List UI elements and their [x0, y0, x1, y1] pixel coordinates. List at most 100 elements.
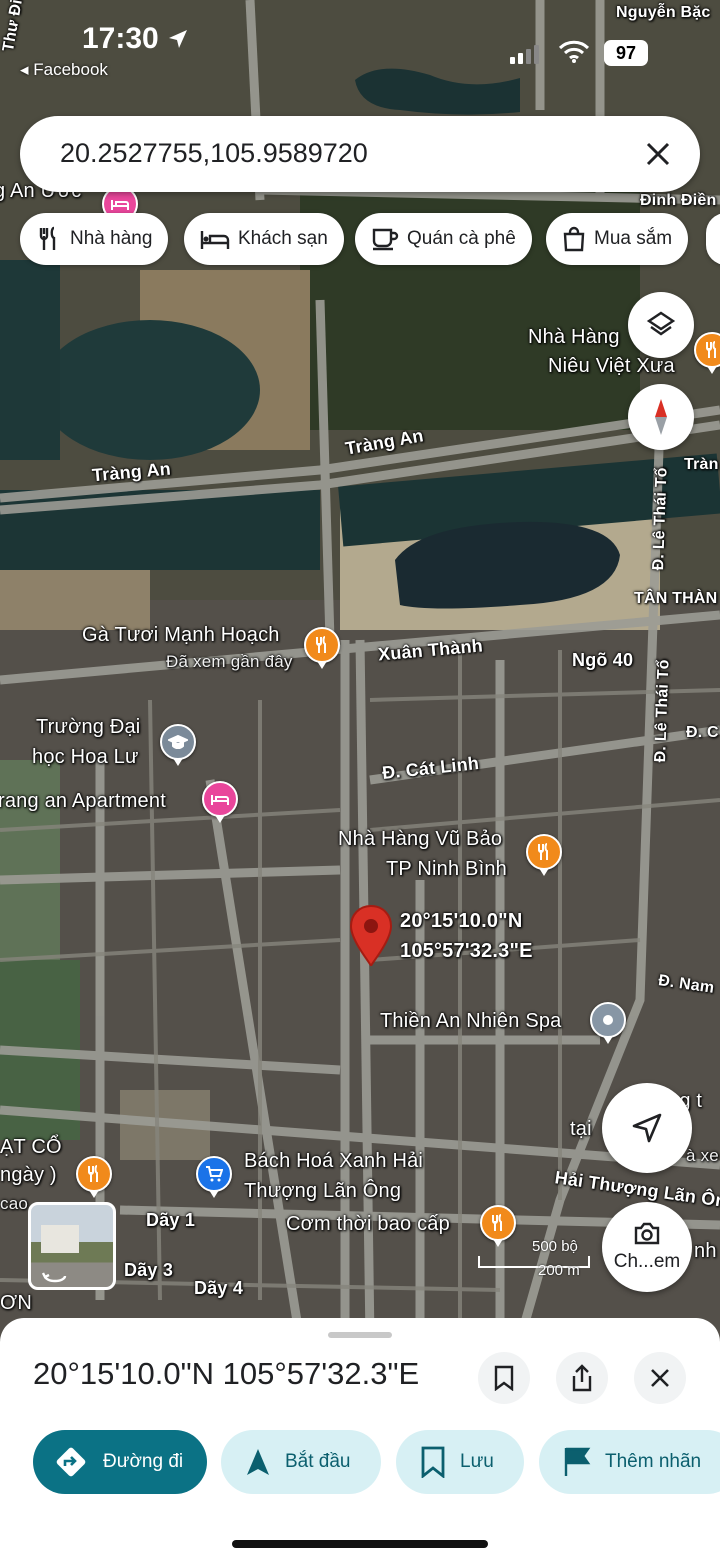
map-label-niu-1: Nhà Hàng — [528, 326, 620, 348]
street-view-rotate-icon — [41, 1272, 67, 1283]
road-label-day-4: Dãy 4 — [194, 1278, 244, 1298]
road-label-tran: Tràn — [684, 456, 719, 473]
compass-icon — [655, 399, 667, 435]
directions-button[interactable]: Đường đi — [33, 1430, 207, 1494]
status-time: 17:30 — [82, 22, 189, 56]
add-label-text: Thêm nhãn — [605, 1451, 702, 1472]
poi-label-truong-2: học Hoa Lư — [32, 746, 139, 768]
map-view[interactable]: Nguyễn Bặc g An Ước Đinh Điền Nhà Hàng N… — [0, 0, 720, 1340]
road-label-day-3: Dãy 3 — [124, 1260, 174, 1280]
building-shape — [41, 1225, 79, 1253]
restaurant-poi-icon[interactable] — [526, 834, 562, 876]
directions-icon — [56, 1447, 86, 1477]
chip-hotels[interactable]: Khách sạn — [184, 213, 344, 265]
road-label-d-c: Đ. C — [686, 724, 719, 741]
add-label-button[interactable]: Thêm nhãn — [539, 1430, 720, 1494]
chip-label: Mua sắm — [594, 228, 673, 249]
share-icon — [572, 1364, 592, 1392]
restaurant-poi-icon[interactable] — [480, 1205, 516, 1247]
home-indicator[interactable] — [232, 1540, 488, 1548]
scale-imperial-label: 500 bộ — [532, 1238, 578, 1255]
chip-label: Khách sạn — [238, 228, 328, 249]
compass-button[interactable] — [628, 384, 694, 450]
camera-search-button[interactable]: Ch...em — [602, 1202, 692, 1292]
close-icon[interactable] — [636, 132, 680, 176]
place-coordinates: 20°15'10.0"N 105°57'32.3"E — [33, 1356, 420, 1391]
battery-indicator: 97 — [604, 40, 648, 66]
map-label-on: ƠN — [0, 1292, 32, 1314]
place-bottom-sheet[interactable]: 20°15'10.0"N 105°57'32.3"E Đường đi Bắt … — [0, 1318, 720, 1564]
start-button[interactable]: Bắt đầu — [221, 1430, 381, 1494]
scale-metric-label: 200 m — [538, 1262, 580, 1279]
map-label-tai: tại — [570, 1118, 592, 1140]
camera-button-label: Ch...em — [613, 1251, 681, 1272]
pin-label-latitude: 20°15'10.0"N — [400, 910, 523, 932]
chip-label: Quán cà phê — [407, 228, 516, 249]
dropped-pin-icon[interactable] — [348, 904, 394, 968]
poi-label-vu-bao-1: Nhà Hàng Vũ Bảo — [338, 828, 503, 850]
spa-poi-icon[interactable] — [590, 1002, 626, 1044]
back-to-app-link[interactable]: ◂ Facebook — [20, 60, 108, 80]
poi-label-ga-tuoi: Gà Tươi Mạnh Hoạch — [82, 624, 280, 646]
layers-icon — [646, 311, 676, 336]
close-sheet-button[interactable] — [634, 1352, 686, 1404]
location-arrow-icon — [169, 30, 188, 48]
map-label-nh: nh — [694, 1240, 717, 1262]
shopping-cart-poi-icon[interactable] — [196, 1156, 232, 1198]
restaurant-poi-icon[interactable] — [304, 627, 340, 669]
poi-label-truong-1: Trường Đại — [36, 716, 141, 738]
map-label-niu-2: Niêu Việt Xưa — [548, 355, 675, 377]
bookmark-icon — [421, 1446, 445, 1478]
search-input[interactable]: 20.2527755,105.9589720 — [60, 138, 368, 169]
back-app-label: Facebook — [33, 60, 108, 79]
cellular-signal-icon — [510, 45, 539, 64]
my-location-button[interactable] — [602, 1083, 692, 1173]
coffee-icon — [372, 228, 399, 251]
chip-restaurants[interactable]: Nhà hàng — [20, 213, 169, 265]
chip-label: Nhà hàng — [70, 228, 153, 249]
pin-label-longitude: 105°57'32.3"E — [400, 940, 533, 962]
close-icon — [651, 1369, 669, 1387]
poi-label-cao: cao — [0, 1194, 29, 1213]
navigation-start-icon — [247, 1449, 269, 1475]
shopping-bag-icon — [563, 226, 585, 252]
poi-label-at-co: ẠT CỔ — [0, 1136, 62, 1158]
poi-label-bach-hoa-2: Thượng Lãn Ông — [244, 1180, 402, 1202]
camera-icon — [634, 1222, 660, 1245]
bookmark-icon — [494, 1365, 514, 1391]
flag-icon — [564, 1447, 591, 1476]
hotel-poi-icon[interactable] — [202, 781, 238, 823]
poi-label-ngay: ngày ) — [0, 1164, 57, 1186]
bed-icon — [200, 231, 230, 249]
poi-label-bach-hoa-1: Bách Hoá Xanh Hải — [244, 1150, 424, 1172]
start-label: Bắt đầu — [285, 1451, 351, 1472]
poi-label-spa: Thiền An Nhiên Spa — [380, 1010, 562, 1032]
poi-label-vu-bao-2: TP Ninh Bình — [386, 858, 507, 880]
map-label-nguyen-bac: Nguyễn Bặc — [616, 4, 711, 21]
chip-coffee[interactable]: Quán cà phê — [355, 213, 532, 265]
poi-label-trang-an-apartment: rang an Apartment — [0, 790, 166, 812]
road-label-day-1: Dãy 1 — [146, 1210, 196, 1230]
sheet-grabber[interactable] — [328, 1332, 392, 1338]
save-label: Lưu — [460, 1451, 494, 1472]
layers-button[interactable] — [628, 292, 694, 358]
navigation-arrow-icon — [632, 1113, 662, 1143]
road-label-le-thai-to-2: Đ. Lê Thái Tổ — [652, 659, 673, 763]
restaurant-poi-icon[interactable] — [76, 1156, 112, 1198]
fork-knife-icon — [39, 226, 56, 250]
search-bar[interactable]: 20.2527755,105.9589720 — [20, 116, 700, 192]
directions-label: Đường đi — [103, 1451, 184, 1472]
poi-sublabel-recently-viewed: Đã xem gần đây — [166, 652, 293, 671]
chip-shopping[interactable]: Mua sắm — [546, 213, 689, 265]
map-label-tan-thanh: TÂN THÀN — [634, 590, 718, 607]
street-view-thumbnail[interactable] — [28, 1202, 116, 1290]
save-button[interactable]: Lưu — [396, 1430, 524, 1494]
map-label-a-xe: à xe — [686, 1146, 719, 1165]
poi-label-com-thoi: Cơm thời bao cấp — [286, 1213, 450, 1235]
school-poi-icon[interactable] — [160, 724, 196, 766]
map-label-dinh-dien: Đinh Điền — [640, 192, 717, 209]
save-bookmark-button[interactable] — [478, 1352, 530, 1404]
road-label-le-thai-to-1: Đ. Lê Thái Tổ — [650, 467, 671, 571]
road-label-ngo-40: Ngõ 40 — [572, 650, 634, 670]
share-button[interactable] — [556, 1352, 608, 1404]
